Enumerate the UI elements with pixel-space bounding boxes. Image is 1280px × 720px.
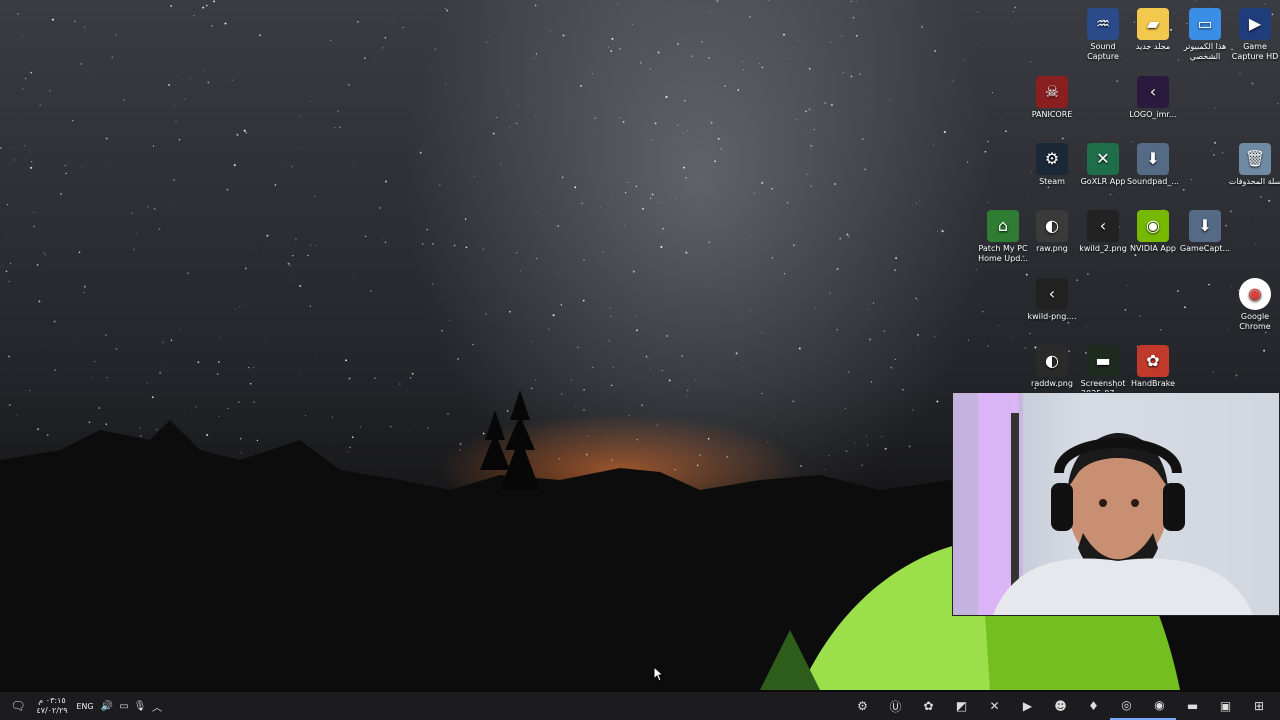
desktop-icon[interactable]: ◉ Google Chrome <box>1227 278 1280 332</box>
microphone-icon[interactable]: 🎙 <box>132 692 148 720</box>
patch-icon: ⌂ <box>987 210 1019 242</box>
desktop-icon[interactable]: ✕ GoXLR App <box>1075 143 1131 187</box>
language-indicator[interactable]: ENG <box>72 702 98 711</box>
desktop-icon-label: Soundpad_... <box>1127 177 1179 186</box>
waveform-icon: ♒ <box>1087 8 1119 40</box>
nvidia-icon: ◉ <box>1137 210 1169 242</box>
handbrake-icon: ✿ <box>1137 345 1169 377</box>
desktop-icon-label: GoXLR App <box>1080 177 1126 186</box>
desktop-icon[interactable]: ‹ kwild-png.... <box>1024 278 1080 322</box>
steam-icon[interactable]: ⚙ <box>846 692 879 720</box>
desktop-icon-label: PANICORE <box>1031 110 1073 119</box>
desktop-icon-label: raw.png <box>1036 244 1068 253</box>
speaker-icon[interactable]: 🔊 <box>98 692 116 720</box>
desktop-icon[interactable]: ▬Screenshot 2025-07-... <box>1075 345 1131 399</box>
chrome-icon: ◉ <box>1239 278 1271 310</box>
desktop-icon-label: Sound Capture <box>1087 42 1119 61</box>
desktop-icon[interactable]: ▰ مجلد جديد <box>1125 8 1181 52</box>
desktop-icon-label: Patch My PC Home Upd... <box>978 244 1028 263</box>
clock-time: ٠٣:١٥ م <box>38 696 66 705</box>
notification-center-icon[interactable]: 🗨 <box>4 692 32 720</box>
desktop-icon[interactable]: ♒ Sound Capture <box>1075 8 1131 62</box>
image-icon: ◐ <box>1036 345 1068 377</box>
game-capture-icon[interactable]: ▶ <box>1011 692 1044 720</box>
installer-icon: ⬇ <box>1137 143 1169 175</box>
file-explorer-icon[interactable]: ▬ <box>1176 692 1209 720</box>
clock[interactable]: ٠٣:١٥ م ٤٧/٠٢/٢٩ <box>32 696 72 716</box>
desktop-icon[interactable]: ✿ HandBrake <box>1125 345 1181 389</box>
desktop-icon[interactable]: ⌂ Patch My PC Home Upd... <box>975 210 1031 264</box>
desktop-icon[interactable]: ▭ هذا الكمبيوتر الشخصي <box>1177 8 1233 62</box>
desktop-icon[interactable]: ◐ raddw.png <box>1024 345 1080 389</box>
desktop-icon[interactable]: ◐ raw.png <box>1024 210 1080 254</box>
webcam-person <box>953 393 1253 615</box>
desktop-icon-label: kwild-png.... <box>1027 312 1077 321</box>
desktop-icon-label: GameCapt... <box>1179 244 1231 253</box>
goxlr-icon: ✕ <box>1087 143 1119 175</box>
discord-icon[interactable]: ☻ <box>1044 692 1077 720</box>
desktop-icon[interactable]: ⬇ GameCapt... <box>1177 210 1233 254</box>
desktop-icon-label: LOGO_imr... <box>1129 110 1177 119</box>
goxlr-icon[interactable]: ✕ <box>978 692 1011 720</box>
chrome-icon[interactable]: ◉ <box>1143 692 1176 720</box>
desktop-icon[interactable]: ‹ LOGO_imr... <box>1125 76 1181 120</box>
desktop-icon[interactable]: ⬇ Soundpad_... <box>1125 143 1181 187</box>
webcam-overlay <box>952 392 1280 616</box>
installer-icon: ⬇ <box>1189 210 1221 242</box>
system-tray: 🗨 ٠٣:١٥ م ٤٧/٠٢/٢٩ ENG 🔊 ▭ 🎙 ︿ <box>4 692 166 720</box>
game-icon: ☠ <box>1036 76 1068 108</box>
app-red-icon[interactable]: ♦ <box>1077 692 1110 720</box>
desktop-icon-label: HandBrake <box>1130 379 1175 388</box>
desktop-icon[interactable]: ◉ NVIDIA App <box>1125 210 1181 254</box>
mouse-cursor <box>653 666 665 682</box>
desktop-icon[interactable]: ☠ PANICORE <box>1024 76 1080 120</box>
windows-start-icon[interactable]: ⊞ <box>1242 692 1276 720</box>
desktop-icon-label: raddw.png <box>1031 379 1073 388</box>
desktop-icon[interactable]: ⚙ Steam <box>1024 143 1080 187</box>
desktop-icon-label: Google Chrome <box>1239 312 1271 331</box>
screenshot-icon: ▬ <box>1087 345 1119 377</box>
clock-date: ٤٧/٠٢/٢٩ <box>36 706 68 715</box>
chevron-up-icon[interactable]: ︿ <box>148 692 166 720</box>
taskbar: ⊞ ▣ ▬ ◉ ◎ ♦ ☻ ▶ ✕ ◩ ✿ Ⓤ ⚙ 🗨 ٠٣:١٥ م ٤٧/٠٢/٢٩ ENG 🔊 ▭… <box>0 692 1280 720</box>
desktop-icon-label: NVIDIA App <box>1130 244 1176 253</box>
kwild-icon: ‹ <box>1036 278 1068 310</box>
logo-icon: ‹ <box>1137 76 1169 108</box>
desktop-icon-label: سلة المحذوفات <box>1228 177 1280 186</box>
desktop-icon-label: هذا الكمبيوتر الشخصي <box>1183 42 1227 61</box>
steam-icon: ⚙ <box>1036 143 1068 175</box>
play-icon: ▶ <box>1239 8 1271 40</box>
obs-icon[interactable]: ◎ <box>1110 692 1143 720</box>
desktop-icon-label: Game Capture HD <box>1231 42 1279 61</box>
image-icon: ◐ <box>1036 210 1068 242</box>
desktop-icon[interactable]: ‹ kwild_2.png <box>1075 210 1131 254</box>
capture-tool-icon[interactable]: ◩ <box>945 692 978 720</box>
recycle-bin-icon: 🗑 <box>1239 143 1271 175</box>
desktop-icon-label: Steam <box>1039 177 1065 186</box>
computer-icon: ▭ <box>1189 8 1221 40</box>
desktop-icon[interactable]: 🗑 سلة المحذوفات <box>1227 143 1280 187</box>
folder-icon: ▰ <box>1137 8 1169 40</box>
network-icon[interactable]: ▭ <box>116 692 132 720</box>
desktop-icon-label: مجلد جديد <box>1135 42 1171 51</box>
handbrake-icon[interactable]: ✿ <box>912 692 945 720</box>
desktop-icon[interactable]: ▶ Game Capture HD <box>1227 8 1280 62</box>
desktop-icon-label: kwild_2.png <box>1079 244 1127 253</box>
microsoft-store-icon[interactable]: ▣ <box>1209 692 1242 720</box>
taskbar-apps: ⊞ ▣ ▬ ◉ ◎ ♦ ☻ ▶ ✕ ◩ ✿ Ⓤ ⚙ <box>846 692 1276 720</box>
utorrent-icon[interactable]: Ⓤ <box>879 692 912 720</box>
kwild-icon: ‹ <box>1087 210 1119 242</box>
